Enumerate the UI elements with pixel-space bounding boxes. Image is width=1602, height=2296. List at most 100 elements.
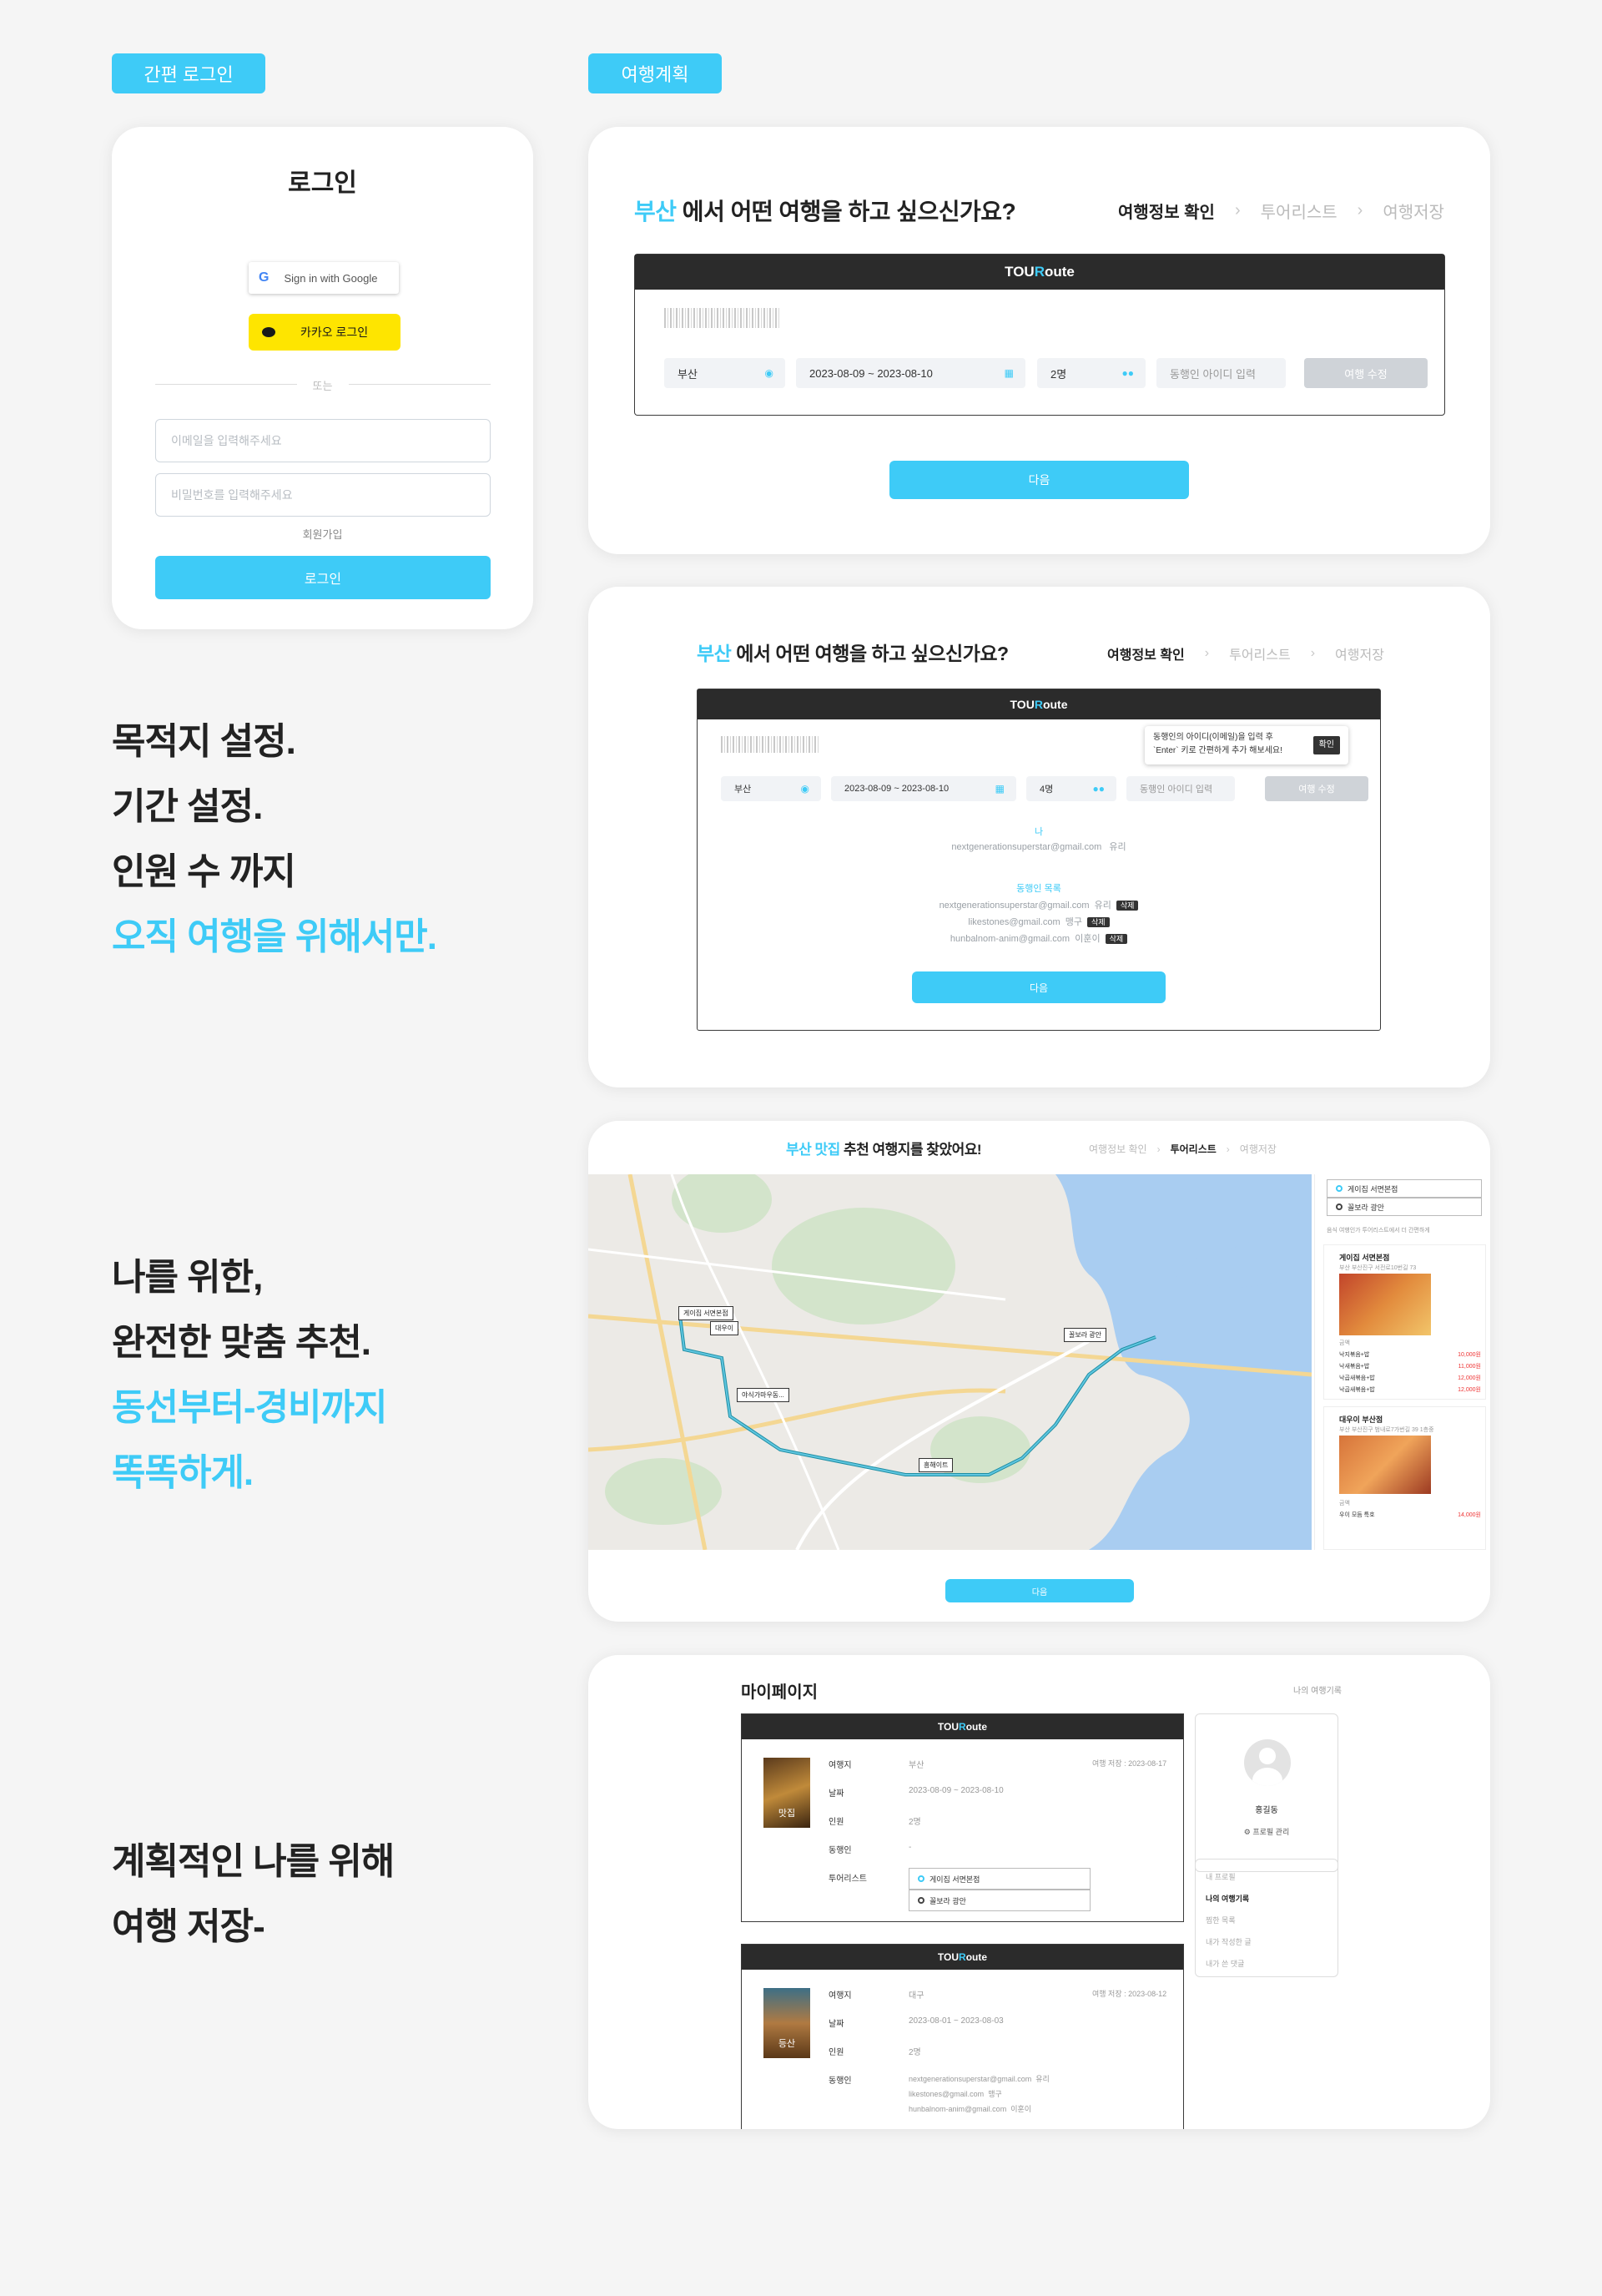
- plan-card-3: 부산 맛집 추천 여행지를 찾았어요! 여행정보 확인 › 투어리스트 › 여행저장…: [588, 1121, 1490, 1622]
- plan1-panel: TOU Route 부산 ◉ 2023-08-09 ~ 2023-08-10 ▦ 2명…: [634, 254, 1445, 416]
- map-pin[interactable]: 야식가마우동...: [737, 1388, 789, 1402]
- place-name: 게이집 서면본점: [1339, 1254, 1390, 1262]
- sidebar-note: 음식 여행인가 투어리스트에서 더 간편하게: [1327, 1228, 1430, 1234]
- simple-login-label: 간편 로그인: [112, 53, 265, 93]
- barcode-decoration: [721, 736, 819, 753]
- step-sep: ›: [1234, 201, 1241, 220]
- menu-wishlist[interactable]: 찜한 목록: [1206, 1911, 1327, 1933]
- trip-destination: 부산: [909, 1761, 924, 1770]
- field-label: 날짜: [829, 2020, 844, 2029]
- tagline-1-line-2: 기간 설정.: [112, 786, 263, 827]
- tourlist-item[interactable]: 게이집 서면본점: [909, 1868, 1091, 1890]
- tagline-3-line-2: 여행 저장-: [112, 1906, 265, 1947]
- profile-name: 홍길동: [1255, 1806, 1278, 1815]
- calendar-icon: ▦: [995, 783, 1005, 795]
- plan3-question-text: 추천 여행지를 찾았어요!: [839, 1142, 982, 1158]
- tourlist-item[interactable]: 꼴보라 광안: [909, 1890, 1091, 1911]
- map-pin[interactable]: 꼴보라 광안: [1064, 1328, 1107, 1342]
- avatar-head: [1259, 1748, 1276, 1764]
- destination-field[interactable]: 부산 ◉: [721, 776, 821, 801]
- map-pin[interactable]: 대우이: [710, 1321, 739, 1335]
- avatar: [1244, 1739, 1291, 1786]
- location-pin-icon: ◉: [764, 367, 773, 379]
- companion-row: nextgenerationsuperstar@gmail.com 유리 삭제: [698, 898, 1380, 911]
- place-card[interactable]: 대우이 부산점 부산 부산진구 범내로7가번길 39 1층중 금액 우이 모듬 …: [1323, 1406, 1486, 1550]
- edit-trip-button[interactable]: 여행 수정: [1304, 358, 1428, 388]
- location-pin-icon: ◉: [800, 783, 809, 795]
- mypage-card: 마이페이지 나의 여행기록 TOU Route 맛집 여행지 부산 여행 저장 :…: [588, 1655, 1490, 2129]
- companion-list-label: 동행인 목록: [1016, 884, 1061, 894]
- kakao-login-button[interactable]: 카카오 로그인: [249, 314, 400, 351]
- people-field[interactable]: 2명 ●●: [1037, 358, 1146, 388]
- menu-item: 낙지볶음+밥 10,000원: [1339, 1352, 1481, 1358]
- selected-tour-item[interactable]: 꼴보라 광안: [1327, 1198, 1482, 1216]
- date-range-field[interactable]: 2023-08-09 ~ 2023-08-10 ▦: [796, 358, 1025, 388]
- tagline-1-line-4: 오직 여행을 위해서만.: [112, 916, 437, 957]
- password-input[interactable]: 비밀번호를 입력해주세요: [155, 473, 491, 517]
- step-sep: ›: [1156, 1143, 1161, 1155]
- trip-destination: 대구: [909, 1991, 924, 2001]
- login-submit-button[interactable]: 로그인: [155, 556, 491, 599]
- plan1-steps: 여행정보 확인 › 투어리스트 › 여행저장: [1118, 199, 1444, 223]
- delete-companion-button[interactable]: 삭제: [1116, 901, 1139, 911]
- field-label: 동행인: [829, 2076, 852, 2086]
- companion-input[interactable]: 동행인 아이디 입력: [1126, 776, 1235, 801]
- barcode-decoration: [664, 308, 781, 328]
- tagline-3-line-1: 계획적인 나를 위해: [112, 1841, 395, 1882]
- kakao-chat-icon: [262, 327, 275, 337]
- field-label: 인원: [829, 2048, 844, 2057]
- step-sep: ›: [1226, 1143, 1230, 1155]
- email-input[interactable]: 이메일을 입력해주세요: [155, 419, 491, 462]
- field-label: 동행인: [829, 1846, 852, 1855]
- plan2-panel: TOU Route 동행인의 아이디(이메일)을 입력 후 `Enter` 키로 …: [697, 689, 1381, 1031]
- google-signin-button[interactable]: G Sign in with Google: [249, 262, 399, 294]
- map-pin[interactable]: 흥해이트: [919, 1458, 954, 1472]
- step-info: 여행정보 확인: [1107, 648, 1185, 663]
- menu-trip-records[interactable]: 나의 여행기록: [1206, 1890, 1327, 1911]
- edit-trip-button[interactable]: 여행 수정: [1265, 776, 1368, 801]
- plan-card-1: 부산 에서 어떤 여행을 하고 싶으신가요? 여행정보 확인 › 투어리스트 › 여…: [588, 127, 1490, 554]
- tooltip-confirm-button[interactable]: 확인: [1312, 736, 1340, 754]
- gear-icon: ⚙: [1243, 1828, 1253, 1836]
- place-card[interactable]: 게이집 서면본점 부산 부산진구 서전로10번길 73 금액 낙지볶음+밥 10,…: [1323, 1244, 1486, 1400]
- destination-field[interactable]: 부산 ◉: [664, 358, 785, 388]
- people-field[interactable]: 4명 ●●: [1026, 776, 1116, 801]
- trip-card[interactable]: TOU Route 등산 여행지 대구 여행 저장 : 2023-08-12 날짜…: [741, 1944, 1184, 2129]
- selected-tour-item[interactable]: 게이집 서면본점: [1327, 1179, 1482, 1198]
- trip-saved-date: 여행 저장 : 2023-08-17: [1092, 1759, 1167, 1768]
- menu-my-posts[interactable]: 내가 작성한 글: [1206, 1933, 1327, 1955]
- date-range-field[interactable]: 2023-08-09 ~ 2023-08-10 ▦: [831, 776, 1016, 801]
- place-address: 부산 부산진구 서전로10번길 73: [1339, 1265, 1417, 1271]
- divider-right: [349, 384, 491, 385]
- place-address: 부산 부산진구 범내로7가번길 39 1층중: [1339, 1427, 1434, 1433]
- plan2-next-button[interactable]: 다음: [912, 971, 1166, 1003]
- delete-companion-button[interactable]: 삭제: [1105, 934, 1128, 944]
- trip-dates: 2023-08-01 ~ 2023-08-03: [909, 2016, 1004, 2026]
- map-pin[interactable]: 게이집 서면본점: [678, 1306, 733, 1320]
- step-info: 여행정보 확인: [1089, 1143, 1147, 1155]
- signup-link[interactable]: 회원가입: [112, 526, 533, 542]
- step-sep: ›: [1204, 646, 1210, 660]
- menu-my-comments[interactable]: 내가 쓴 댓글: [1206, 1955, 1327, 1976]
- step-tourlist: 투어리스트: [1170, 1143, 1217, 1155]
- delete-companion-button[interactable]: 삭제: [1087, 917, 1110, 927]
- plan1-next-button[interactable]: 다음: [889, 461, 1189, 499]
- step-info: 여행정보 확인: [1118, 204, 1215, 222]
- route-map[interactable]: 게이집 서면본점 대우이 야식가마우동... 꼴보라 광안 흥해이트: [588, 1174, 1312, 1550]
- plan3-next-button[interactable]: 다음: [945, 1579, 1134, 1602]
- plan2-city: 부산: [697, 643, 732, 664]
- companion-input[interactable]: 동행인 아이디 입력: [1156, 358, 1286, 388]
- trip-card[interactable]: TOU Route 맛집 여행지 부산 여행 저장 : 2023-08-17 날짜…: [741, 1713, 1184, 1922]
- menu-my-profile[interactable]: 내 프로필: [1206, 1868, 1327, 1890]
- map-canvas: [588, 1174, 1312, 1550]
- step-save: 여행저장: [1383, 204, 1444, 222]
- place-price-section: 금액: [1339, 1501, 1350, 1506]
- companion-row: likestones@gmail.com 맹구 삭제: [698, 915, 1380, 928]
- profile-manage-link[interactable]: ⚙ 프로필 관리: [1196, 1826, 1338, 1837]
- tooltip-line-2: `Enter` 키로 간편하게 추가 해보세요!: [1153, 746, 1282, 755]
- plan3-steps: 여행정보 확인 › 투어리스트 › 여행저장: [1089, 1142, 1277, 1156]
- plan2-question-text: 에서 어떤 여행을 하고 싶으신가요?: [731, 643, 1009, 664]
- tour-route-logo: TOU Route: [742, 1945, 1183, 1970]
- trip-companions: -: [909, 1843, 912, 1852]
- trip-people: 2명: [909, 1818, 921, 1827]
